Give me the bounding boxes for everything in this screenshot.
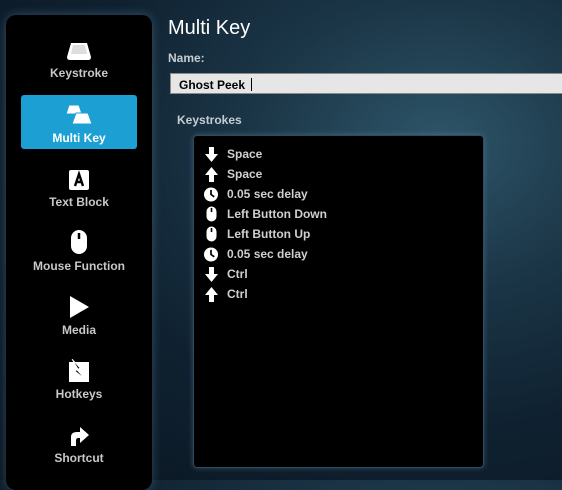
mouse-icon: [70, 229, 88, 255]
key-up-arrow-icon: [204, 166, 218, 182]
keystroke-label: Left Button Up: [227, 227, 311, 241]
sidebar-item-label: Shortcut: [54, 451, 104, 465]
sidebar-item-text-block[interactable]: Text Block: [21, 159, 137, 213]
keycap-icon: [66, 36, 92, 62]
name-field-value: Ghost Peek: [179, 78, 246, 92]
keystroke-label: Ctrl: [227, 287, 248, 301]
keystroke-label: Space: [227, 147, 263, 161]
clock-icon: [204, 186, 218, 202]
multi-keycap-icon: [65, 101, 93, 127]
sidebar-item-label: Mouse Function: [33, 259, 125, 273]
text-block-icon: [68, 165, 90, 191]
key-down-arrow-icon: [204, 266, 218, 282]
sidebar-item-multi-key[interactable]: Multi Key: [21, 95, 137, 149]
sidebar-item-mouse-function[interactable]: Mouse Function: [21, 223, 137, 277]
sidebar-item-shortcut[interactable]: Shortcut: [21, 415, 137, 469]
play-icon: [68, 293, 90, 319]
keystroke-row[interactable]: Space: [194, 164, 483, 184]
key-up-arrow-icon: [204, 286, 218, 302]
keystroke-label: Left Button Down: [227, 207, 327, 221]
keystroke-row[interactable]: 0.05 sec delay: [194, 184, 483, 204]
text-caret: [251, 78, 253, 91]
keystroke-row[interactable]: 0.05 sec delay: [194, 244, 483, 264]
sidebar-item-hotkeys[interactable]: Hotkeys: [21, 351, 137, 405]
sidebar-item-label: Media: [61, 323, 96, 337]
sidebar-item-keystroke[interactable]: Keystroke: [21, 30, 137, 84]
mouse-icon: [204, 206, 218, 222]
sidebar-item-label: Hotkeys: [55, 387, 103, 401]
keystrokes-label: Keystrokes: [177, 113, 242, 127]
sidebar-item-label: Multi Key: [52, 131, 106, 145]
keystroke-label: Ctrl: [227, 267, 248, 281]
keystrokes-list[interactable]: Space Space 0.05 sec delay Left Button D…: [193, 135, 484, 468]
mouse-icon: [204, 226, 218, 242]
key-down-arrow-icon: [204, 146, 218, 162]
keystroke-row[interactable]: Ctrl: [194, 284, 483, 304]
macro-type-sidebar: Keystroke Multi Key Text Block Mouse Fun…: [6, 15, 152, 490]
page-title: Multi Key: [168, 17, 251, 39]
keystroke-row[interactable]: Space: [194, 144, 483, 164]
sidebar-item-media[interactable]: Media: [21, 287, 137, 341]
hotkey-icon: [68, 357, 90, 383]
name-field[interactable]: Ghost Peek: [170, 73, 562, 94]
keystroke-label: 0.05 sec delay: [227, 187, 308, 201]
name-label: Name:: [168, 51, 205, 65]
keystroke-row[interactable]: Ctrl: [194, 264, 483, 284]
clock-icon: [204, 246, 218, 262]
sidebar-item-label: Text Block: [49, 195, 109, 209]
shortcut-arrow-icon: [68, 421, 90, 447]
keystroke-label: Space: [227, 167, 263, 181]
sidebar-item-label: Keystroke: [49, 66, 109, 80]
keystroke-row[interactable]: Left Button Up: [194, 224, 483, 244]
keystroke-label: 0.05 sec delay: [227, 247, 308, 261]
keystroke-row[interactable]: Left Button Down: [194, 204, 483, 224]
